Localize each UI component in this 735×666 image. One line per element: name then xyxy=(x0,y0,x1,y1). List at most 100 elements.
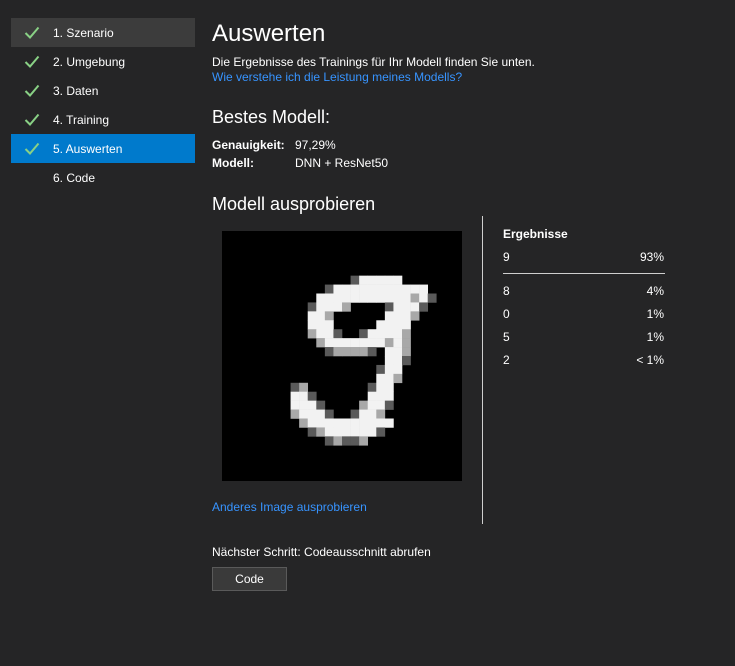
digit-pixel xyxy=(410,302,420,312)
digit-pixel xyxy=(299,418,309,428)
digit-pixel xyxy=(324,293,334,303)
digit-pixel xyxy=(367,391,377,401)
try-other-image-link[interactable]: Anderes Image ausprobieren xyxy=(212,500,367,514)
digit-pixel xyxy=(367,382,377,393)
digit-pixel xyxy=(427,293,437,303)
result-top-pct: 93% xyxy=(639,250,664,264)
digit-pixel xyxy=(376,338,386,348)
digit-pixel xyxy=(419,284,429,294)
sidebar-item-szenario[interactable]: 1. Szenario xyxy=(11,18,195,47)
sidebar-item-training[interactable]: 4. Training xyxy=(11,105,195,134)
digit-pixel xyxy=(333,338,343,348)
sidebar-item-umgebung[interactable]: 2. Umgebung xyxy=(11,47,195,76)
digit-pixel xyxy=(324,427,334,437)
page-description: Die Ergebnisse des Trainings für Ihr Mod… xyxy=(212,55,535,69)
sidebar-item-label: 3. Daten xyxy=(53,83,99,98)
digit-pixel xyxy=(376,293,386,303)
digit-pixel xyxy=(419,302,429,312)
digit-pixel xyxy=(376,373,386,384)
digit-pixel xyxy=(393,329,403,339)
digit-pixel xyxy=(333,302,343,312)
digit-pixel xyxy=(384,347,394,357)
digit-pixel xyxy=(384,391,394,401)
digit-pixel xyxy=(307,320,317,330)
digit-pixel xyxy=(324,320,334,330)
sidebar-item-label: 5. Auswerten xyxy=(53,141,123,156)
digit-pixel xyxy=(367,400,377,410)
digit-pixel xyxy=(410,311,420,321)
digit-pixel xyxy=(324,284,334,294)
digit-pixel xyxy=(324,409,334,419)
digit-pixel xyxy=(384,400,394,410)
digit-pixel xyxy=(376,329,386,339)
digit-pixel xyxy=(342,436,351,446)
digit-pixel xyxy=(376,382,386,393)
try-model-heading: Modell ausprobieren xyxy=(212,194,376,214)
check-icon xyxy=(24,84,40,97)
digit-pixel xyxy=(384,373,394,384)
digit-pixel xyxy=(350,418,360,428)
digit-pixel xyxy=(307,311,317,321)
sidebar-item-label: 4. Training xyxy=(53,112,110,127)
digit-pixel xyxy=(367,347,377,357)
digit-pixel xyxy=(376,400,386,410)
digit-pixel xyxy=(299,409,309,419)
accuracy-value: 97,29% xyxy=(295,138,336,152)
digit-pixel xyxy=(342,293,351,303)
digit-pixel xyxy=(342,418,351,428)
digit-pixel xyxy=(307,391,317,401)
digit-pixel xyxy=(316,338,326,348)
digit-pixel xyxy=(359,338,369,348)
digit-pixel xyxy=(376,284,386,294)
digit-pixel xyxy=(333,347,343,357)
digit-pixel xyxy=(402,338,411,348)
sidebar-item-label: 1. Szenario xyxy=(53,25,114,40)
digit-pixel xyxy=(350,409,360,419)
digit-pixel xyxy=(324,347,334,357)
digit-pixel xyxy=(342,284,351,294)
digit-pixel xyxy=(367,409,377,419)
digit-pixel xyxy=(410,284,420,294)
digit-pixel xyxy=(393,364,403,375)
digit-pixel xyxy=(316,320,326,330)
digit-pixel xyxy=(316,409,326,419)
check-icon xyxy=(24,55,40,68)
digit-pixel xyxy=(393,356,403,366)
digit-pixel xyxy=(350,275,360,285)
digit-pixel xyxy=(402,302,411,312)
digit-pixel xyxy=(410,293,420,303)
digit-pixel xyxy=(384,293,394,303)
digit-pixel xyxy=(342,427,351,437)
digit-pixel xyxy=(384,418,394,428)
digit-pixel xyxy=(384,311,394,321)
result-label: 2 xyxy=(503,353,510,367)
help-link[interactable]: Wie verstehe ich die Leistung meines Mod… xyxy=(212,70,462,84)
digit-pixel xyxy=(359,347,369,357)
digit-pixel xyxy=(359,284,369,294)
wizard-sidebar: 1. Szenario 2. Umgebung 3. Daten 4. Trai… xyxy=(0,0,200,666)
digit-pixel xyxy=(299,382,309,393)
sidebar-item-auswerten[interactable]: 5. Auswerten xyxy=(11,134,195,163)
digit-pixel xyxy=(376,320,386,330)
digit-pixel xyxy=(316,400,326,410)
digit-pixel xyxy=(359,275,369,285)
digit-pixel xyxy=(342,302,351,312)
digit-pixel xyxy=(324,311,334,321)
digit-pixel xyxy=(359,427,369,437)
digit-pixel xyxy=(324,338,334,348)
check-icon xyxy=(24,113,40,126)
result-pct: 1% xyxy=(646,307,664,321)
digit-pixel xyxy=(359,418,369,428)
digit-pixel xyxy=(359,436,369,446)
digit-pixel xyxy=(367,329,377,339)
result-label: 5 xyxy=(503,330,510,344)
digit-pixel xyxy=(393,311,403,321)
vertical-divider xyxy=(482,216,483,524)
digit-pixel xyxy=(367,284,377,294)
digit-pixel xyxy=(307,409,317,419)
result-label: 8 xyxy=(503,284,510,298)
sidebar-item-daten[interactable]: 3. Daten xyxy=(11,76,195,105)
digit-pixel xyxy=(316,311,326,321)
sidebar-item-code[interactable]: 6. Code xyxy=(11,163,195,192)
code-button[interactable]: Code xyxy=(212,567,287,591)
